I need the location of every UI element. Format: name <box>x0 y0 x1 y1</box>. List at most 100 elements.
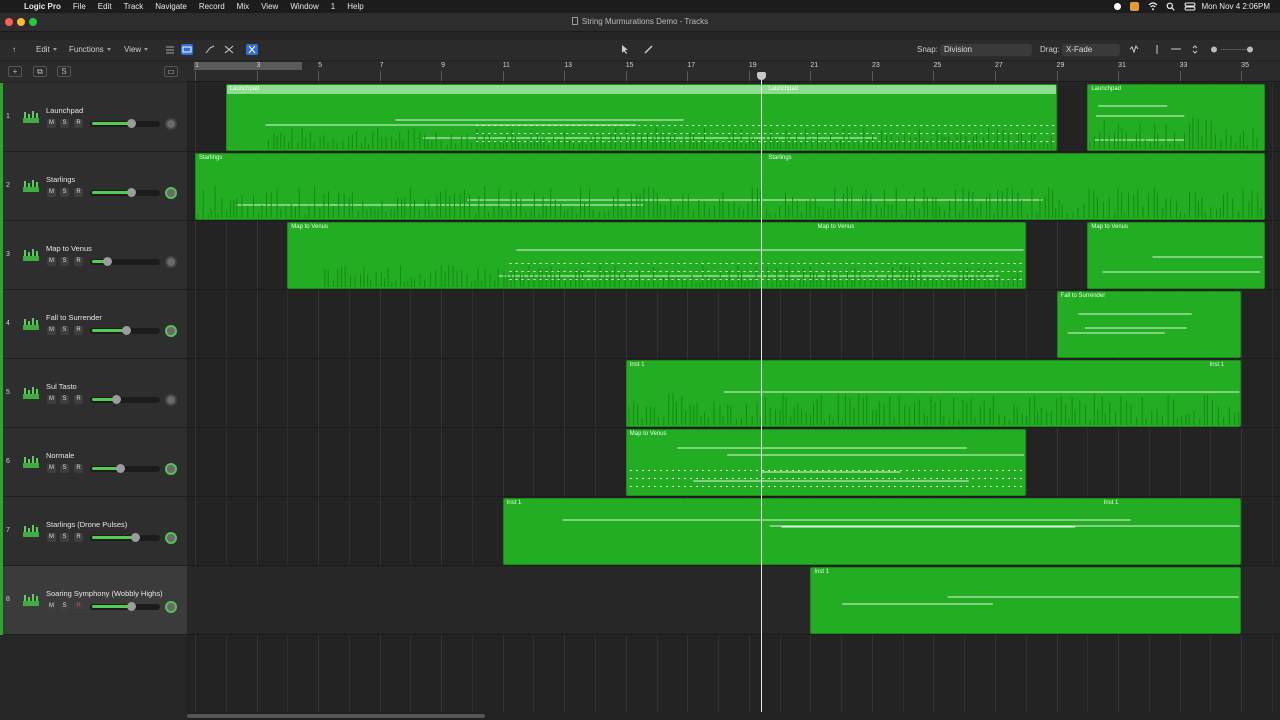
pointer-tool-icon[interactable] <box>619 44 631 55</box>
volume-slider[interactable] <box>90 395 160 404</box>
track-header[interactable]: 4 Fall to Surrender M S R <box>0 290 187 359</box>
waveform-zoom-icon[interactable] <box>1128 44 1140 55</box>
volume-knob[interactable] <box>127 602 136 611</box>
record-enable-button[interactable]: R <box>74 395 83 404</box>
snap-select[interactable]: Division <box>940 44 1032 56</box>
menu-mix[interactable]: Mix <box>237 2 249 11</box>
bar-ruler[interactable]: 1 3 5 7 9 11 13 15 17 19 21 23 25 27 29 31 33 35 <box>187 62 1280 82</box>
functions-menu[interactable]: Functions <box>69 45 111 54</box>
track-header[interactable]: 1 Launchpad M S R <box>0 83 187 152</box>
mute-button[interactable]: M <box>47 533 56 542</box>
volume-slider[interactable] <box>90 257 160 266</box>
record-enable-button[interactable]: R <box>74 533 83 542</box>
record-enable-button[interactable]: R <box>74 119 83 128</box>
menu-1[interactable]: 1 <box>331 2 335 11</box>
volume-knob[interactable] <box>127 119 136 128</box>
horizontal-zoom-icon[interactable] <box>1170 44 1182 55</box>
solo-button[interactable]: S <box>60 464 69 473</box>
volume-knob[interactable] <box>131 533 140 542</box>
pan-knob[interactable] <box>165 325 177 337</box>
volume-knob[interactable] <box>122 326 131 335</box>
mute-button[interactable]: M <box>47 188 56 197</box>
track-header[interactable]: 5 Sul Tasto M S R <box>0 359 187 428</box>
menu-help[interactable]: Help <box>347 2 363 11</box>
scroll-thumb[interactable] <box>187 714 485 718</box>
midi-region[interactable]: Launchpad Launchpad <box>225 84 1057 151</box>
search-icon[interactable] <box>1166 2 1175 11</box>
vertical-zoom-icon[interactable] <box>1151 44 1163 55</box>
volume-slider[interactable] <box>90 119 160 128</box>
menu-clock[interactable]: Mon Nov 4 2:06PM <box>1202 2 1270 11</box>
drag-select[interactable]: X-Fade <box>1062 44 1120 56</box>
track-header[interactable]: 7 Starlings (Drone Pulses) M S R <box>0 497 187 566</box>
track-header[interactable]: 6 Normale M S R <box>0 428 187 497</box>
midi-region[interactable]: Starlings Starlings <box>195 153 1265 220</box>
track-name[interactable]: Sul Tasto <box>46 382 77 391</box>
midi-region[interactable]: Inst 1 Inst 1 <box>625 360 1242 427</box>
menu-navigate[interactable]: Navigate <box>155 2 187 11</box>
list-view-icon[interactable] <box>164 44 176 55</box>
zoom-stepper-icon[interactable] <box>1189 44 1201 55</box>
record-enable-button[interactable]: R <box>74 257 83 266</box>
volume-knob[interactable] <box>127 188 136 197</box>
track-name[interactable]: Starlings (Drone Pulses) <box>46 520 127 529</box>
duplicate-track-button[interactable]: ⧉ <box>33 66 47 77</box>
flex-view-icon[interactable] <box>181 44 193 55</box>
playhead[interactable] <box>761 72 763 712</box>
back-arrow-icon[interactable]: ↑ <box>12 45 16 54</box>
view-menu[interactable]: View <box>124 45 149 54</box>
pan-knob[interactable] <box>165 256 177 268</box>
volume-knob[interactable] <box>103 257 112 266</box>
pan-knob[interactable] <box>165 187 177 199</box>
midi-region[interactable]: Map to Venus Map to Venus <box>287 222 1026 289</box>
solo-button[interactable]: S <box>60 533 69 542</box>
tracks-area[interactable]: Launchpad Launchpad Launchpad Starlings Star… <box>187 83 1280 713</box>
mute-button[interactable]: M <box>47 119 56 128</box>
pan-knob[interactable] <box>165 394 177 406</box>
volume-slider[interactable] <box>90 326 160 335</box>
pencil-tool-icon[interactable] <box>643 44 655 55</box>
solo-button[interactable]: S <box>60 188 69 197</box>
track-name[interactable]: Starlings <box>46 175 75 184</box>
midi-region[interactable]: Inst 1 Inst 1 <box>502 498 1242 565</box>
cycle-region[interactable] <box>194 62 302 70</box>
mute-button[interactable]: M <box>47 395 56 404</box>
control-center-icon[interactable] <box>1184 2 1196 11</box>
horizontal-scrollbar[interactable] <box>187 712 1280 720</box>
flex-icon[interactable] <box>223 44 235 55</box>
volume-knob[interactable] <box>112 395 121 404</box>
edit-menu[interactable]: Edit <box>36 45 57 54</box>
solo-button[interactable]: S <box>60 326 69 335</box>
solo-button[interactable]: S <box>60 257 69 266</box>
solo-button[interactable]: S <box>60 395 69 404</box>
pan-knob[interactable] <box>165 118 177 130</box>
track-header[interactable]: 8 Soaring Symphony (Wobbly Highs) M S R <box>0 566 187 635</box>
mute-button[interactable]: M <box>47 257 56 266</box>
volume-knob[interactable] <box>116 464 125 473</box>
menu-track[interactable]: Track <box>124 2 144 11</box>
menu-file[interactable]: File <box>73 2 86 11</box>
record-status-icon[interactable] <box>1113 3 1121 10</box>
track-name[interactable]: Fall to Surrender <box>46 313 102 322</box>
solo-button[interactable]: S <box>60 602 69 611</box>
solo-button[interactable]: S <box>60 119 69 128</box>
mute-button[interactable]: M <box>47 464 56 473</box>
mute-button[interactable]: M <box>47 326 56 335</box>
record-enable-button[interactable]: R <box>74 326 83 335</box>
solo-button[interactable]: S <box>57 66 71 77</box>
pan-knob[interactable] <box>165 532 177 544</box>
volume-slider[interactable] <box>90 464 160 473</box>
pan-knob[interactable] <box>165 463 177 475</box>
track-header[interactable]: 2 Starlings M S R <box>0 152 187 221</box>
wifi-icon[interactable] <box>1148 2 1157 11</box>
pan-knob[interactable] <box>165 601 177 613</box>
record-enable-button[interactable]: R <box>74 188 83 197</box>
global-tracks-button[interactable]: ▭ <box>164 66 178 77</box>
mute-button[interactable]: M <box>47 602 56 611</box>
record-enable-button[interactable]: R <box>74 602 83 611</box>
volume-slider[interactable] <box>90 602 160 611</box>
midi-region[interactable]: Fall to Surrender <box>1056 291 1242 358</box>
track-name[interactable]: Soaring Symphony (Wobbly Highs) <box>46 589 163 598</box>
midi-region[interactable]: Map to Venus <box>625 429 1026 496</box>
zoom-slider[interactable] <box>1207 44 1257 55</box>
